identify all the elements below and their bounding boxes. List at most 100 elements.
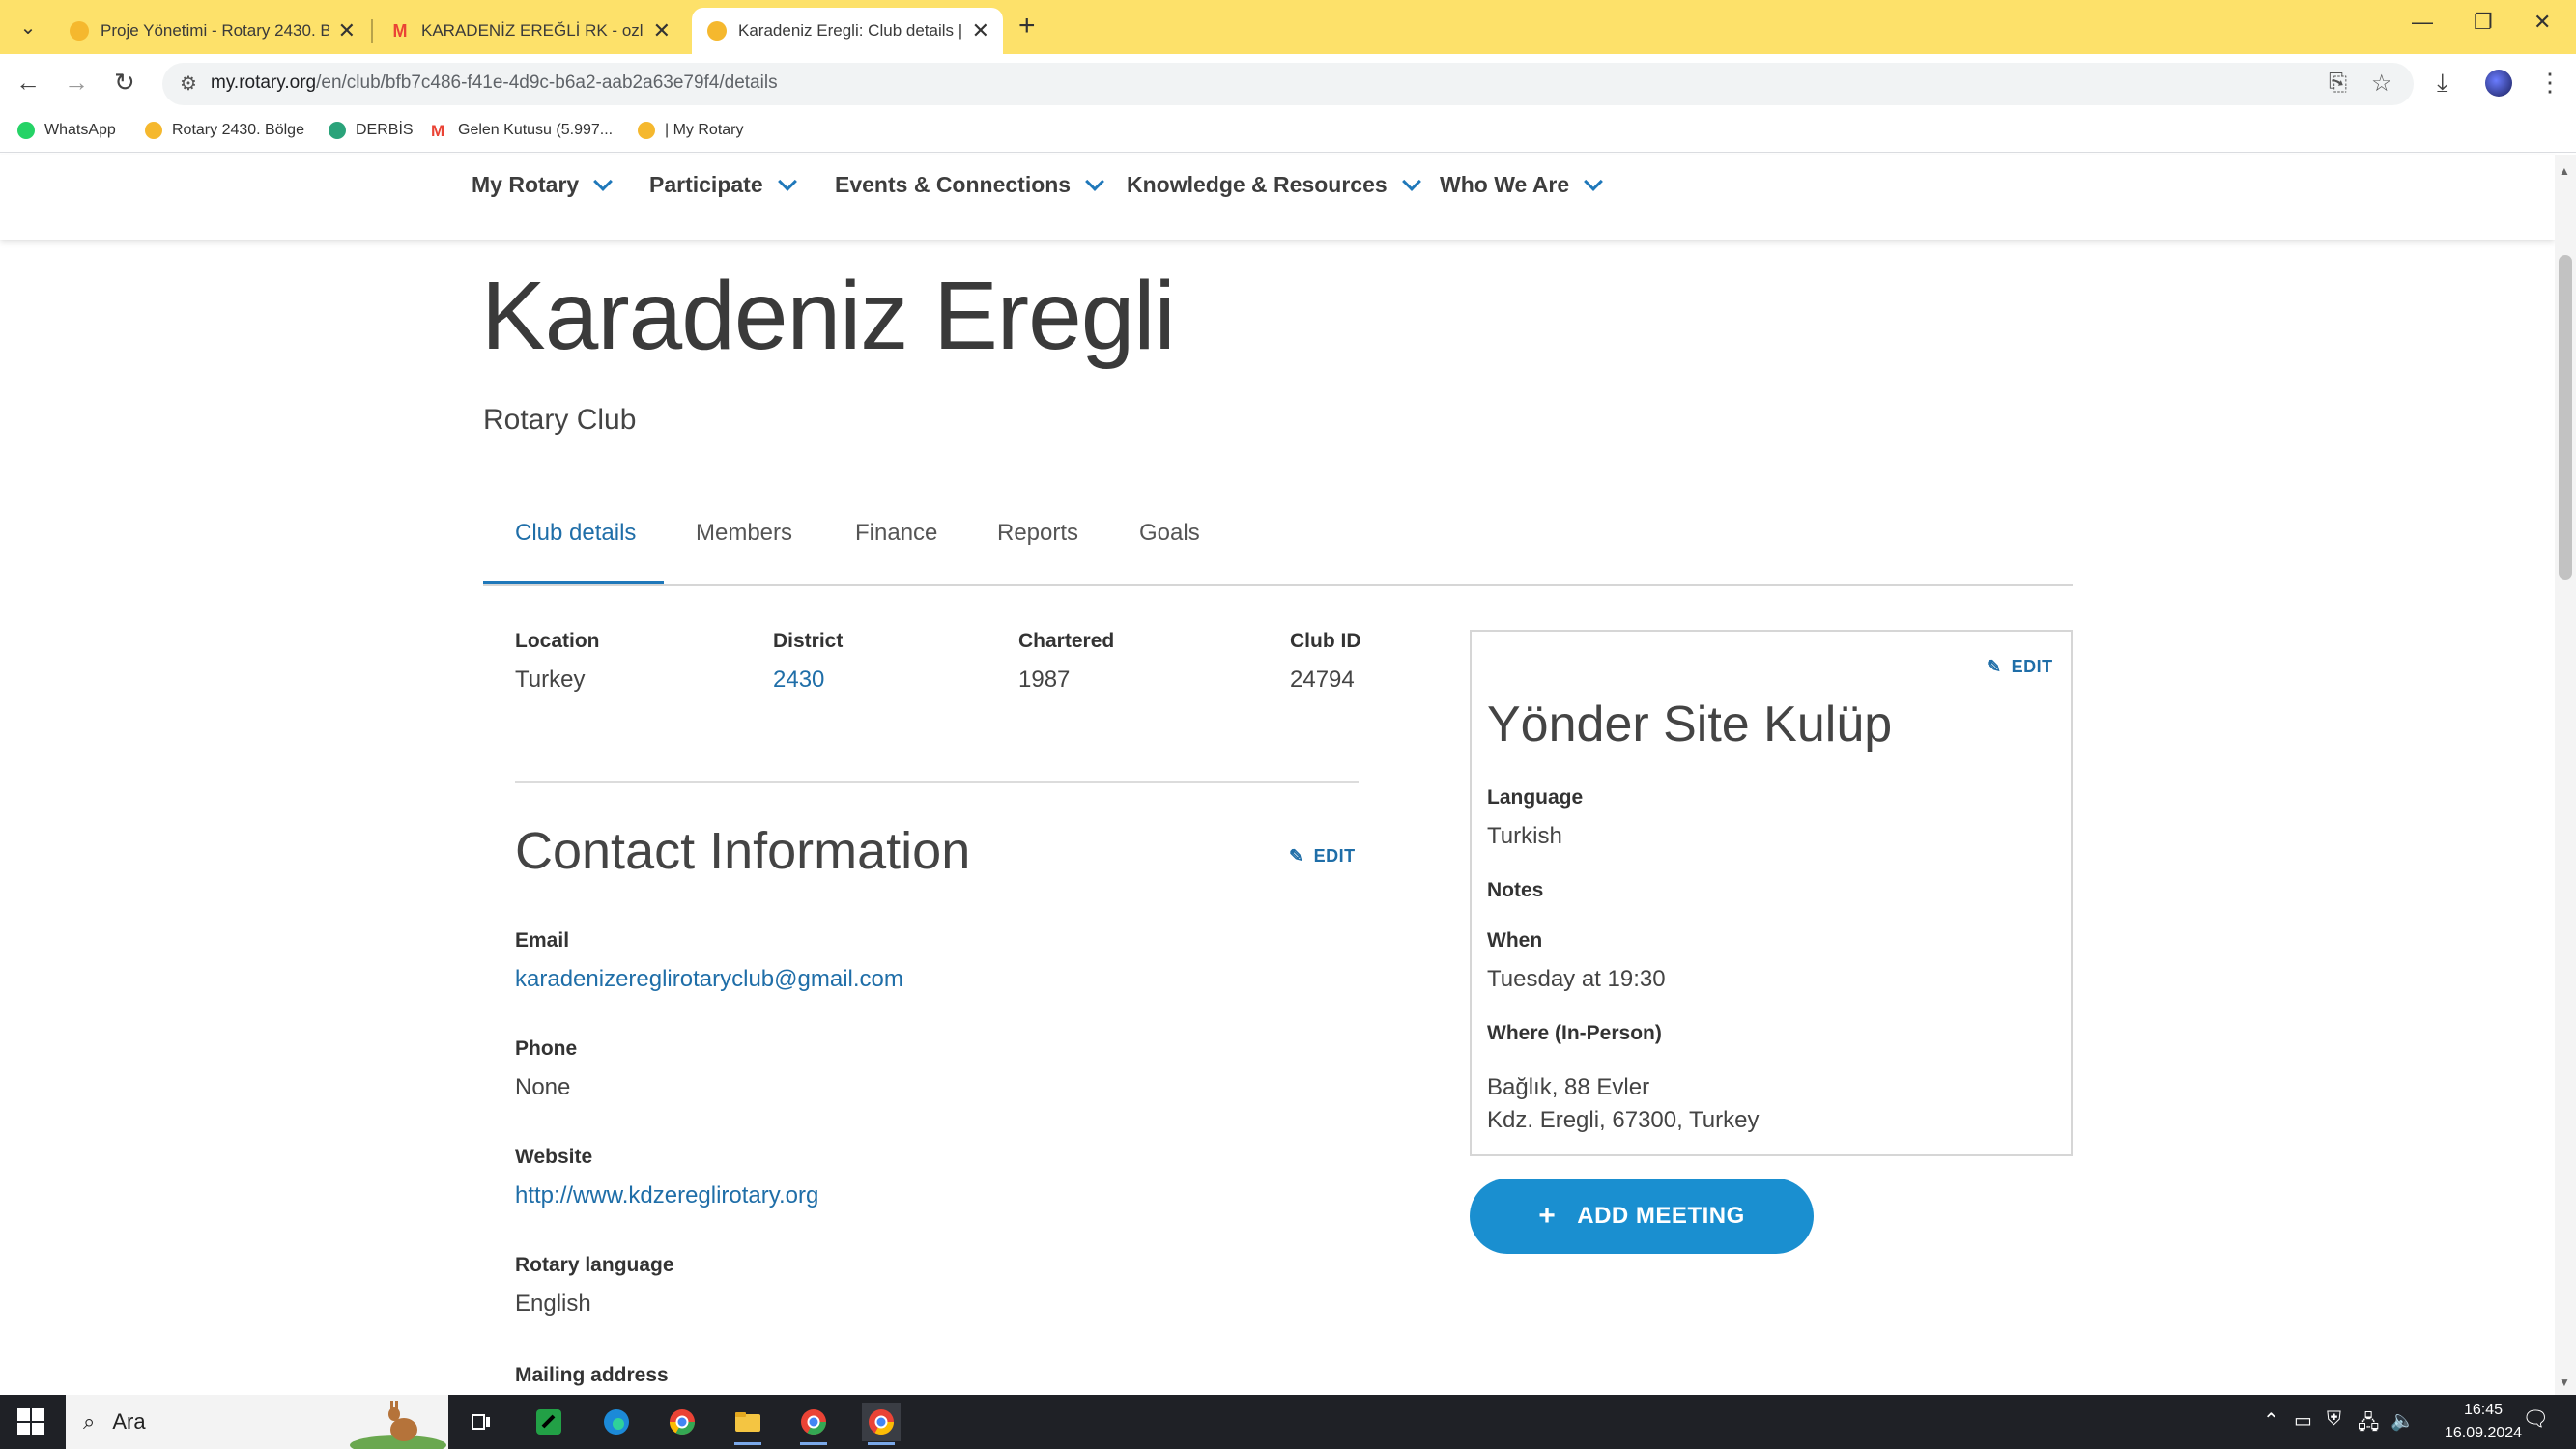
chevron-down-icon	[1401, 171, 1421, 191]
bookmark-gmail[interactable]: M Gelen Kutusu (5.997...	[431, 122, 614, 140]
tab-reports[interactable]: Reports	[997, 520, 1078, 547]
bookmark-star-icon[interactable]: ☆	[2371, 70, 2392, 98]
bookmark-derbis[interactable]: DERBİS	[329, 122, 414, 139]
tab-members[interactable]: Members	[696, 520, 792, 547]
tab-club-details[interactable]: Club details	[515, 520, 636, 547]
kangaroo-illustration-icon	[350, 1401, 446, 1449]
tab-separator	[371, 19, 373, 43]
browser-tab-gmail[interactable]: M KARADENİZ EREĞLİ RK - ozlem ✕	[375, 8, 684, 54]
rotary-language-value: English	[515, 1291, 591, 1317]
chevron-down-icon	[593, 171, 614, 191]
network-icon[interactable]: 🖧	[2358, 1408, 2379, 1441]
meeting-language-label: Language	[1487, 786, 1584, 809]
bookmark-my-rotary[interactable]: | My Rotary	[638, 122, 744, 139]
phone-app-icon[interactable]	[530, 1403, 568, 1441]
download-icon[interactable]: ⤓	[2437, 68, 2448, 99]
clock-date: 16.09.2024	[2444, 1425, 2523, 1441]
tab-close-icon[interactable]: ✕	[972, 18, 989, 43]
nav-who-we-are[interactable]: Who We Are	[1440, 171, 1604, 198]
chrome-glyph	[669, 1409, 696, 1435]
nav-participate[interactable]: Participate	[649, 171, 797, 198]
url-host: my.rotary.org	[211, 72, 317, 93]
address-line-2: Kdz. Eregli, 67300, Turkey	[1487, 1107, 1760, 1133]
file-explorer-icon[interactable]	[729, 1403, 767, 1445]
nav-events-connections[interactable]: Events & Connections	[835, 171, 1105, 198]
nav-knowledge-resources[interactable]: Knowledge & Resources	[1127, 171, 1421, 198]
phone-value: None	[515, 1074, 571, 1100]
reload-icon[interactable]: ↻	[114, 68, 135, 98]
tray-security-icon[interactable]: ⛨	[2327, 1408, 2341, 1431]
meeting-edit-button[interactable]: ✎ EDIT	[1987, 657, 2053, 677]
url-text[interactable]: my.rotary.org/en/club/bfb7c486-f41e-4d9c…	[211, 72, 778, 94]
bookmark-whatsapp[interactable]: WhatsApp	[17, 122, 116, 139]
where-label: Where (In-Person)	[1487, 1022, 1662, 1044]
contact-edit-button[interactable]: ✎ EDIT	[1289, 846, 1356, 867]
browser-tab-proje[interactable]: Proje Yönetimi - Rotary 2430. B ✕	[54, 8, 369, 54]
bookmark-label: WhatsApp	[44, 122, 116, 138]
tab-close-icon[interactable]: ✕	[338, 18, 356, 43]
windows-start-icon[interactable]	[17, 1408, 44, 1435]
tab-title: KARADENİZ EREĞLİ RK - ozlem	[421, 21, 644, 40]
rotary-favicon-icon	[70, 21, 89, 41]
browser-tab-club-details[interactable]: Karadeniz Eregli: Club details | M ✕	[692, 8, 1003, 54]
url-path: /en/club/bfb7c486-f41e-4d9c-b6a2-aab2a63…	[316, 72, 778, 93]
website-link[interactable]: http://www.kdzereglirotary.org	[515, 1182, 818, 1209]
edit-label: EDIT	[2011, 657, 2053, 676]
bookmark-rotary-2430[interactable]: Rotary 2430. Bölge	[145, 122, 304, 139]
search-icon: ⌕	[83, 1409, 96, 1434]
mailing-address-label: Mailing address	[515, 1364, 669, 1386]
notification-center-icon[interactable]: 🗨	[2522, 1406, 2553, 1437]
chrome-active-icon[interactable]	[862, 1403, 901, 1445]
edge-browser-icon[interactable]	[597, 1403, 636, 1441]
add-meeting-button[interactable]: + ADD MEETING	[1470, 1179, 1814, 1254]
scroll-up-icon[interactable]: ▲	[2559, 164, 2570, 178]
rotary-favicon-icon	[707, 21, 727, 41]
tab-finance[interactable]: Finance	[855, 520, 937, 547]
scroll-down-icon[interactable]: ▼	[2559, 1376, 2570, 1389]
forward-arrow-icon[interactable]: →	[64, 68, 89, 98]
install-app-icon[interactable]: ⎘	[2329, 70, 2347, 97]
nav-label: Events & Connections	[835, 172, 1072, 197]
meeting-name: Yönder Site Kulüp	[1487, 696, 1893, 753]
site-settings-icon[interactable]: ⚙	[180, 71, 197, 96]
clock-time: 16:45	[2463, 1402, 2504, 1418]
district-link[interactable]: 2430	[773, 667, 824, 694]
club-name-title: Karadeniz Eregli	[481, 262, 1176, 370]
profile-avatar[interactable]	[2485, 70, 2512, 97]
tab-title: Karadeniz Eregli: Club details | M	[738, 21, 962, 40]
section-divider	[515, 781, 1359, 783]
when-label: When	[1487, 929, 1543, 952]
tab-goals[interactable]: Goals	[1139, 520, 1200, 547]
minimize-icon[interactable]: —	[2412, 10, 2433, 35]
tray-chevron-up-icon[interactable]: ⌃	[2263, 1408, 2279, 1433]
chrome-icon[interactable]	[663, 1403, 701, 1441]
new-tab-button[interactable]: +	[1018, 10, 1036, 43]
scrollbar-thumb[interactable]	[2559, 255, 2572, 580]
chrome-glyph	[869, 1409, 895, 1435]
chevron-down-icon	[1584, 171, 1604, 191]
nav-my-rotary[interactable]: My Rotary	[472, 171, 614, 198]
back-arrow-icon[interactable]: ←	[15, 68, 41, 98]
window-close-icon[interactable]: ✕	[2533, 10, 2551, 35]
tab-close-icon[interactable]: ✕	[653, 18, 671, 43]
bookmark-label: | My Rotary	[665, 122, 744, 138]
nav-label: Who We Are	[1440, 172, 1570, 197]
restore-icon[interactable]: ❐	[2474, 10, 2493, 35]
nav-label: My Rotary	[472, 172, 580, 197]
email-label: Email	[515, 929, 570, 952]
active-tab-indicator	[483, 581, 664, 584]
phone-app-glyph	[536, 1409, 561, 1435]
email-link[interactable]: karadenizereglirotaryclub@gmail.com	[515, 966, 903, 993]
rotary-icon	[638, 122, 655, 139]
taskbar-clock[interactable]: 16:45 16.09.2024	[2435, 1399, 2532, 1445]
chrome-profile-icon[interactable]	[794, 1403, 833, 1445]
bookmark-label: Gelen Kutusu (5.997...	[458, 122, 614, 138]
tray-meet-icon[interactable]: ▭	[2294, 1408, 2312, 1433]
chevron-down-icon	[777, 171, 797, 191]
tab-search-chevron-icon[interactable]: ⌄	[12, 12, 44, 43]
gmail-favicon-icon: M	[392, 20, 408, 41]
browser-menu-icon[interactable]: ⋮	[2537, 68, 2562, 98]
when-value: Tuesday at 19:30	[1487, 966, 1666, 992]
task-view-icon[interactable]	[462, 1403, 501, 1441]
volume-icon[interactable]: 🔈	[2390, 1408, 2415, 1433]
